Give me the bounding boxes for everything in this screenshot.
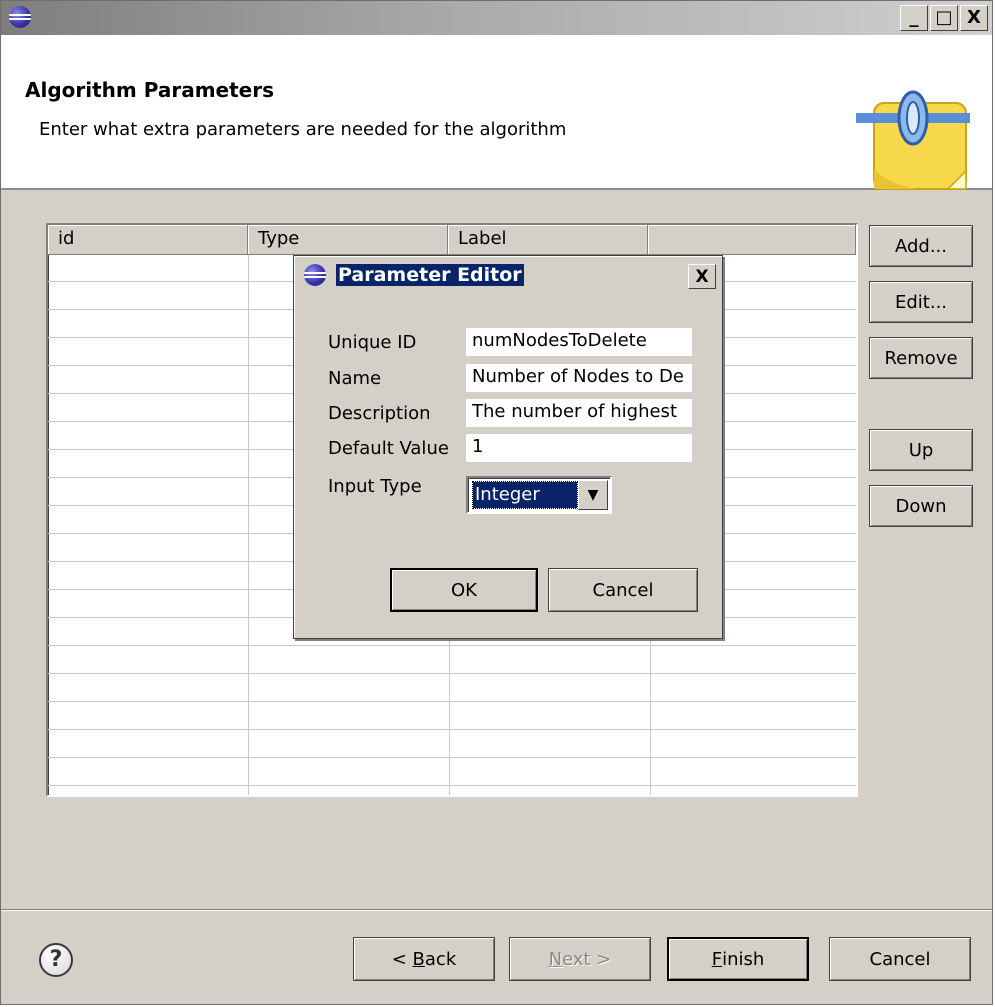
help-icon[interactable]: ? [39, 943, 73, 977]
page-description: Enter what extra parameters are needed f… [39, 119, 567, 140]
next-button-mnemonic: N [548, 948, 563, 970]
plugin-connector-icon [856, 90, 970, 190]
remove-button[interactable]: Remove [869, 337, 973, 379]
dialog-cancel-button[interactable]: Cancel [548, 568, 698, 612]
finish-button[interactable]: Finish [667, 937, 809, 981]
input-type-value: Integer [472, 481, 578, 509]
table-row[interactable] [48, 675, 856, 702]
column-header-type[interactable]: Type [248, 225, 448, 255]
wizard-window: _ □ X Algorithm Parameters Enter what ex… [0, 0, 993, 1005]
edit-button[interactable]: Edit... [869, 281, 973, 323]
description-field[interactable]: The number of highest [466, 399, 692, 427]
unique-id-field[interactable]: numNodesToDelete [466, 328, 692, 356]
table-row[interactable] [48, 759, 856, 786]
back-button-prefix: < [391, 948, 413, 970]
back-button-suffix: ack [424, 948, 457, 970]
table-row[interactable] [48, 731, 856, 758]
page-title: Algorithm Parameters [25, 78, 274, 102]
close-button[interactable]: X [960, 5, 988, 31]
table-row[interactable] [48, 703, 856, 730]
column-header-extra[interactable] [648, 225, 856, 255]
next-button: Next > [509, 937, 651, 981]
back-button[interactable]: < Back [353, 937, 495, 981]
maximize-button[interactable]: □ [930, 5, 958, 31]
unique-id-label: Unique ID [328, 332, 417, 353]
up-button[interactable]: Up [869, 429, 973, 471]
finish-button-mnemonic: F [711, 948, 723, 970]
ok-button[interactable]: OK [390, 568, 538, 612]
input-type-label: Input Type [328, 476, 422, 497]
table-header: id Type Label [48, 225, 856, 255]
window-controls: _ □ X [900, 5, 988, 31]
dialog-title: Parameter Editor [336, 264, 524, 286]
default-value-label: Default Value [328, 438, 449, 459]
finish-button-suffix: inish [722, 948, 765, 970]
back-button-mnemonic: B [412, 948, 425, 970]
dialog-title-bar[interactable]: Parameter Editor X [296, 258, 720, 292]
cancel-button[interactable]: Cancel [829, 937, 971, 981]
eclipse-icon [304, 264, 326, 286]
title-bar[interactable]: _ □ X [1, 1, 992, 35]
column-header-id[interactable]: id [48, 225, 248, 255]
name-field[interactable]: Number of Nodes to De [466, 364, 692, 392]
dropdown-arrow-icon[interactable]: ▼ [578, 480, 608, 510]
wizard-banner: Algorithm Parameters Enter what extra pa… [1, 35, 992, 190]
eclipse-icon [9, 6, 31, 28]
parameter-editor-dialog: Parameter Editor X Unique ID numNodesToD… [293, 255, 723, 639]
default-value-field[interactable]: 1 [466, 434, 692, 462]
down-button[interactable]: Down [869, 485, 973, 527]
minimize-button[interactable]: _ [900, 5, 928, 31]
input-type-select[interactable]: Integer ▼ [466, 476, 612, 514]
dialog-close-button[interactable]: X [688, 264, 716, 289]
description-label: Description [328, 403, 431, 424]
column-header-label[interactable]: Label [448, 225, 648, 255]
table-row[interactable] [48, 647, 856, 674]
add-button[interactable]: Add... [869, 225, 973, 267]
name-label: Name [328, 368, 382, 389]
footer-separator [1, 909, 992, 911]
next-button-suffix: ext > [562, 948, 612, 970]
